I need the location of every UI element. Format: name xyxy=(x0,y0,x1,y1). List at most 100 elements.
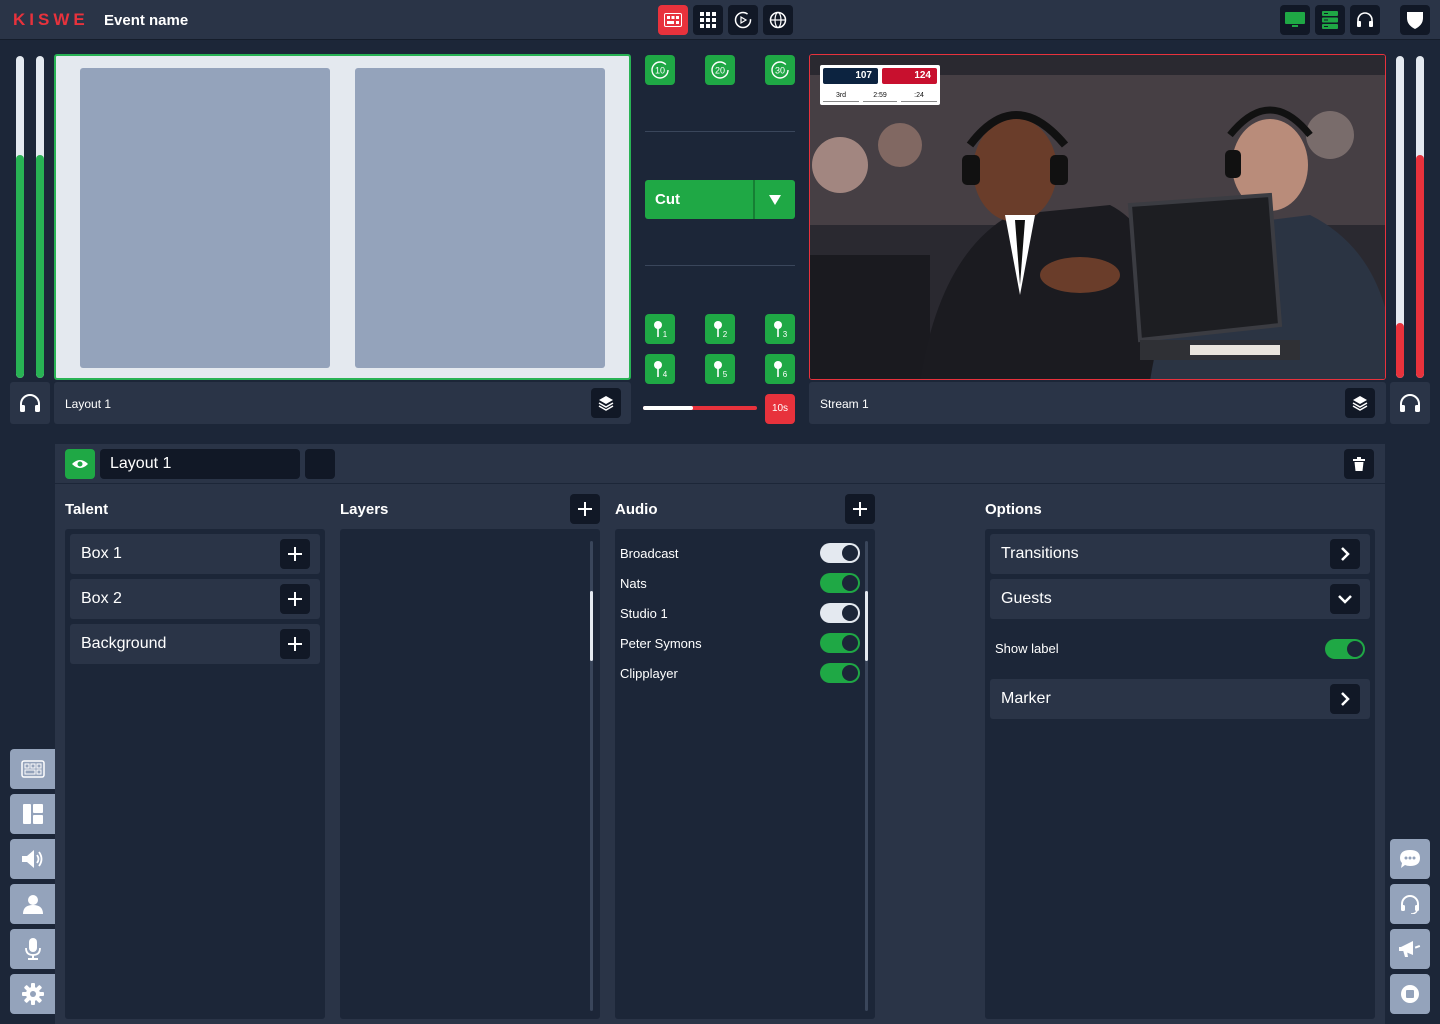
stop-icon xyxy=(1401,985,1419,1003)
audio-meter-right-1 xyxy=(1396,56,1404,378)
talent-item-box-1[interactable]: Box 1 xyxy=(70,534,320,574)
layers-scrollbar[interactable] xyxy=(590,541,593,1011)
plus-icon xyxy=(288,547,302,561)
monitor-button[interactable] xyxy=(1280,5,1310,35)
talent-item-background[interactable]: Background xyxy=(70,624,320,664)
svg-text:2: 2 xyxy=(723,330,728,339)
svg-text:30: 30 xyxy=(775,66,785,76)
rail-audio-button[interactable] xyxy=(10,839,55,879)
editor-header xyxy=(55,444,1385,484)
rail-chat-button[interactable] xyxy=(1390,839,1430,879)
options-transitions[interactable]: Transitions xyxy=(990,534,1370,574)
rewind-20-button[interactable]: 20 xyxy=(705,55,735,85)
program-headphones-button[interactable] xyxy=(1390,382,1430,424)
home-team-score: 107 xyxy=(823,68,878,84)
marker-5-button[interactable]: 5 xyxy=(705,354,735,384)
add-audio-button[interactable] xyxy=(845,494,875,524)
audio-toggle-studio-1[interactable] xyxy=(820,603,860,623)
user-icon xyxy=(22,895,43,914)
cut-button-group[interactable]: Cut xyxy=(645,180,795,219)
marker-3-button[interactable]: 3 xyxy=(765,314,795,344)
rail-layouts-button[interactable] xyxy=(10,794,55,834)
preview-monitor[interactable] xyxy=(54,54,631,380)
audio-toggle-peter-symons[interactable] xyxy=(820,633,860,653)
multiview-button[interactable] xyxy=(658,5,688,35)
svg-text:10: 10 xyxy=(655,66,665,76)
transition-duration-button[interactable]: 10s xyxy=(765,394,795,424)
layout-options-button[interactable] xyxy=(305,449,335,479)
headset-icon xyxy=(1357,12,1373,27)
cut-button[interactable]: Cut xyxy=(655,191,680,208)
preview-layers-button[interactable] xyxy=(591,388,621,418)
replay-button[interactable] xyxy=(728,5,758,35)
rail-headset-button[interactable] xyxy=(1390,884,1430,924)
chevron-right-icon xyxy=(1341,547,1350,561)
rail-microphone-button[interactable] xyxy=(10,929,55,969)
layout-name-input[interactable] xyxy=(100,449,300,479)
rail-stop-button[interactable] xyxy=(1390,974,1430,1014)
talent-panel: Box 1 Box 2 Background xyxy=(65,529,325,1019)
svg-text:4: 4 xyxy=(663,370,668,379)
talent-item-box-2[interactable]: Box 2 xyxy=(70,579,320,619)
delete-layout-button[interactable] xyxy=(1344,449,1374,479)
marker-1-button[interactable]: 1 xyxy=(645,314,675,344)
cut-dropdown-button[interactable] xyxy=(755,180,795,219)
options-guests-label: Guests xyxy=(1001,590,1052,607)
talent-title: Talent xyxy=(65,501,109,518)
eye-icon xyxy=(72,460,88,468)
add-talent-box-1-button[interactable] xyxy=(280,539,310,569)
gear-icon xyxy=(21,983,44,1005)
collapse-guests-button[interactable] xyxy=(1330,584,1360,614)
expand-transitions-button[interactable] xyxy=(1330,539,1360,569)
marker-4-button[interactable]: 4 xyxy=(645,354,675,384)
options-marker[interactable]: Marker xyxy=(990,679,1370,719)
options-guests[interactable]: Guests xyxy=(990,579,1370,619)
shield-button[interactable] xyxy=(1400,5,1430,35)
program-layers-button[interactable] xyxy=(1345,388,1375,418)
layers-icon xyxy=(598,396,614,411)
preview-headphones-button[interactable] xyxy=(10,382,50,424)
grid-button[interactable] xyxy=(693,5,723,35)
marker-2-button[interactable]: 2 xyxy=(705,314,735,344)
audio-row-label: Studio 1 xyxy=(620,606,668,621)
talent-item-label: Background xyxy=(81,635,167,652)
server-button[interactable] xyxy=(1315,5,1345,35)
audio-row-broadcast: Broadcast xyxy=(620,538,860,568)
program-label-bar: Stream 1 xyxy=(809,382,1386,424)
rail-multiview-button[interactable] xyxy=(10,749,55,789)
layout-box-1[interactable] xyxy=(80,68,330,368)
rail-talent-button[interactable] xyxy=(10,884,55,924)
rail-announce-button[interactable] xyxy=(1390,929,1430,969)
layout-editor: Talent Box 1 Box 2 Background Layers Aud… xyxy=(55,444,1385,1024)
chevron-right-icon xyxy=(1341,692,1350,706)
audio-toggle-clipplayer[interactable] xyxy=(820,663,860,683)
rewind-10-button[interactable]: 10 xyxy=(645,55,675,85)
audio-toggle-nats[interactable] xyxy=(820,573,860,593)
pin-icon: 3 xyxy=(774,321,788,339)
add-talent-background-button[interactable] xyxy=(280,629,310,659)
web-button[interactable] xyxy=(763,5,793,35)
divider xyxy=(645,265,795,266)
layers-scroll-thumb[interactable] xyxy=(590,591,593,661)
rewind-30-icon: 30 xyxy=(771,61,789,79)
audio-meter-right-2 xyxy=(1416,56,1424,378)
rewind-30-button[interactable]: 30 xyxy=(765,55,795,85)
layers-panel xyxy=(340,529,600,1019)
rail-settings-button[interactable] xyxy=(10,974,55,1014)
add-layer-button[interactable] xyxy=(570,494,600,524)
transition-bar[interactable] xyxy=(643,406,757,410)
show-label-toggle[interactable] xyxy=(1325,639,1365,659)
audio-scrollbar[interactable] xyxy=(865,541,868,1011)
show-label-text: Show label xyxy=(995,641,1059,656)
headset-button[interactable] xyxy=(1350,5,1380,35)
layout-box-2[interactable] xyxy=(355,68,605,368)
marker-6-button[interactable]: 6 xyxy=(765,354,795,384)
audio-toggle-broadcast[interactable] xyxy=(820,543,860,563)
add-talent-box-2-button[interactable] xyxy=(280,584,310,614)
triangle-down-icon xyxy=(769,194,781,205)
layers-title: Layers xyxy=(340,501,389,518)
visibility-toggle-button[interactable] xyxy=(65,449,95,479)
event-name: Event name xyxy=(104,12,189,29)
audio-scroll-thumb[interactable] xyxy=(865,591,868,661)
expand-marker-button[interactable] xyxy=(1330,684,1360,714)
